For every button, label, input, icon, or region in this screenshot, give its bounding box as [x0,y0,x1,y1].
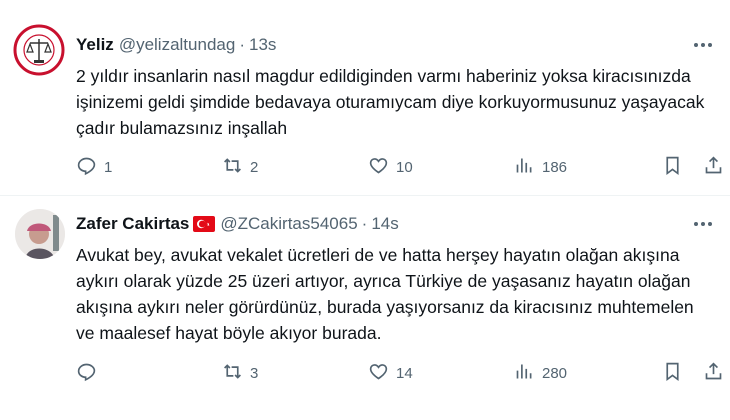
views-count: 280 [542,364,568,382]
reply-button[interactable]: 1 [76,154,112,180]
views-button[interactable]: 186 [514,154,567,180]
share-button[interactable] [703,154,724,180]
reply-button[interactable] [76,360,104,386]
repost-button[interactable]: 3 [222,360,258,386]
reply-icon [76,155,97,180]
author-handle[interactable]: @yelizaltundag [119,34,236,56]
repost-count: 3 [250,364,259,382]
reply-count: 1 [104,158,113,176]
views-icon [514,155,535,180]
timestamp[interactable]: 14s [371,213,398,235]
tweet-actions: 3 14 280 [76,360,726,386]
tweet[interactable]: Zafer Cakirtas @ZCakirtas54065 · 14s Avu… [0,196,730,420]
separator: · [361,214,368,233]
avatar[interactable] [15,209,65,259]
like-icon [368,361,389,386]
author-name[interactable]: Zafer Cakirtas [76,213,189,235]
like-count: 14 [396,364,413,382]
like-count: 10 [396,158,413,176]
views-icon [514,361,535,386]
repost-button[interactable]: 2 [222,154,258,180]
tweet-text: Avukat bey, avukat vekalet ücretleri de … [76,245,694,343]
share-button[interactable] [703,360,724,386]
views-count: 186 [542,158,568,176]
bookmark-button[interactable] [662,154,683,180]
bookmark-button[interactable] [662,360,683,386]
timestamp[interactable]: 13s [249,34,276,56]
views-button[interactable]: 280 [514,360,567,386]
bookmark-icon [662,361,683,386]
more-icon[interactable] [690,213,716,235]
separator: · [239,35,245,54]
repost-count: 2 [250,158,259,176]
repost-icon [222,361,243,386]
tweet[interactable]: Yeliz @yelizaltundag · 13s 2 yıldır insa… [0,0,730,196]
share-icon [703,155,724,180]
bookmark-icon [662,155,683,180]
more-icon[interactable] [690,34,716,56]
turkey-flag-icon [193,216,216,232]
tweet-text: 2 yıldır insanlarin nasıl magdur edildig… [76,66,705,138]
author-name[interactable]: Yeliz [76,34,114,56]
avatar[interactable] [13,24,65,76]
repost-icon [222,155,243,180]
like-button[interactable]: 10 [368,154,413,180]
tweet-actions: 1 2 10 186 [76,154,726,180]
reply-icon [76,361,97,386]
like-button[interactable]: 14 [368,360,413,386]
tweet-header: Zafer Cakirtas @ZCakirtas54065 · 14s [76,213,399,235]
tweet-header: Yeliz @yelizaltundag · 13s [76,34,276,56]
like-icon [368,155,389,180]
author-handle[interactable]: @ZCakirtas54065 [220,213,357,235]
share-icon [703,361,724,386]
